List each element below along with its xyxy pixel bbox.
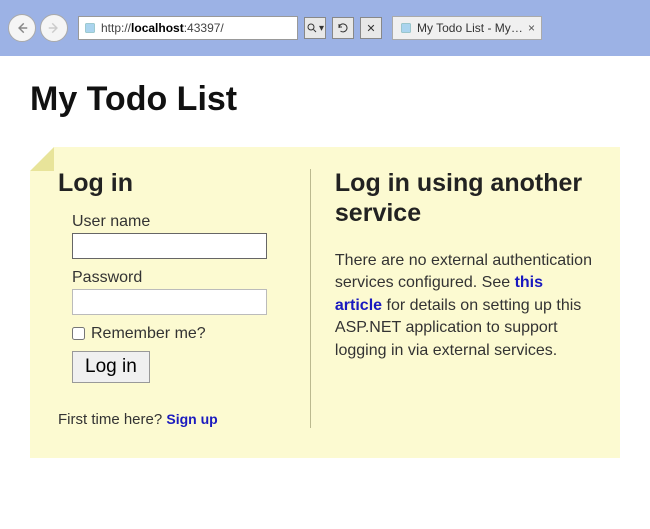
arrow-left-icon [15,21,29,35]
username-label: User name [72,213,288,231]
signup-line: First time here? Sign up [58,411,288,428]
remember-label: Remember me? [91,325,206,343]
page-title: My Todo List [30,80,620,119]
search-button[interactable]: ▾ [304,17,326,39]
external-text-before: There are no external authentication ser… [335,252,592,291]
external-login-panel: Log in using another service There are n… [310,169,594,428]
signup-link[interactable]: Sign up [166,411,217,427]
search-icon [306,22,318,34]
forward-button[interactable] [40,14,68,42]
stop-button[interactable]: ✕ [360,17,382,39]
browser-toolbar: http://localhost:43397/ ▾ ✕ My Todo List… [0,0,650,56]
address-text: http://localhost:43397/ [101,21,224,35]
page-favicon-icon [81,22,99,34]
external-text: There are no external authentication ser… [335,250,594,362]
refresh-icon [337,22,349,34]
login-panel: Log in User name Password Remember me? L… [58,169,310,428]
address-bar[interactable]: http://localhost:43397/ [78,16,298,40]
login-heading: Log in [58,169,288,199]
dropdown-icon: ▾ [319,23,324,34]
browser-chrome: http://localhost:43397/ ▾ ✕ My Todo List… [0,0,650,56]
arrow-right-icon [47,21,61,35]
signup-prefix: First time here? [58,411,166,428]
remember-checkbox[interactable] [72,327,85,340]
stop-icon: ✕ [366,22,375,35]
password-input[interactable] [72,289,267,315]
browser-tab[interactable]: My Todo List - My A... × [392,16,542,40]
page-body: My Todo List Log in User name Password R… [0,56,650,529]
password-label: Password [72,269,288,287]
refresh-button[interactable] [332,17,354,39]
tab-close-icon[interactable]: × [528,21,535,35]
password-field-group: Password [72,269,288,315]
login-button[interactable]: Log in [72,351,150,383]
login-card: Log in User name Password Remember me? L… [30,147,620,458]
tab-favicon-icon [399,21,413,35]
tab-title: My Todo List - My A... [417,21,524,35]
remember-group: Remember me? [72,325,288,343]
url-port: :43397/ [184,21,224,35]
url-prefix: http:// [101,21,131,35]
external-heading: Log in using another service [335,169,594,228]
username-input[interactable] [72,233,267,259]
back-button[interactable] [8,14,36,42]
url-host: localhost [131,21,184,35]
username-field-group: User name [72,213,288,259]
